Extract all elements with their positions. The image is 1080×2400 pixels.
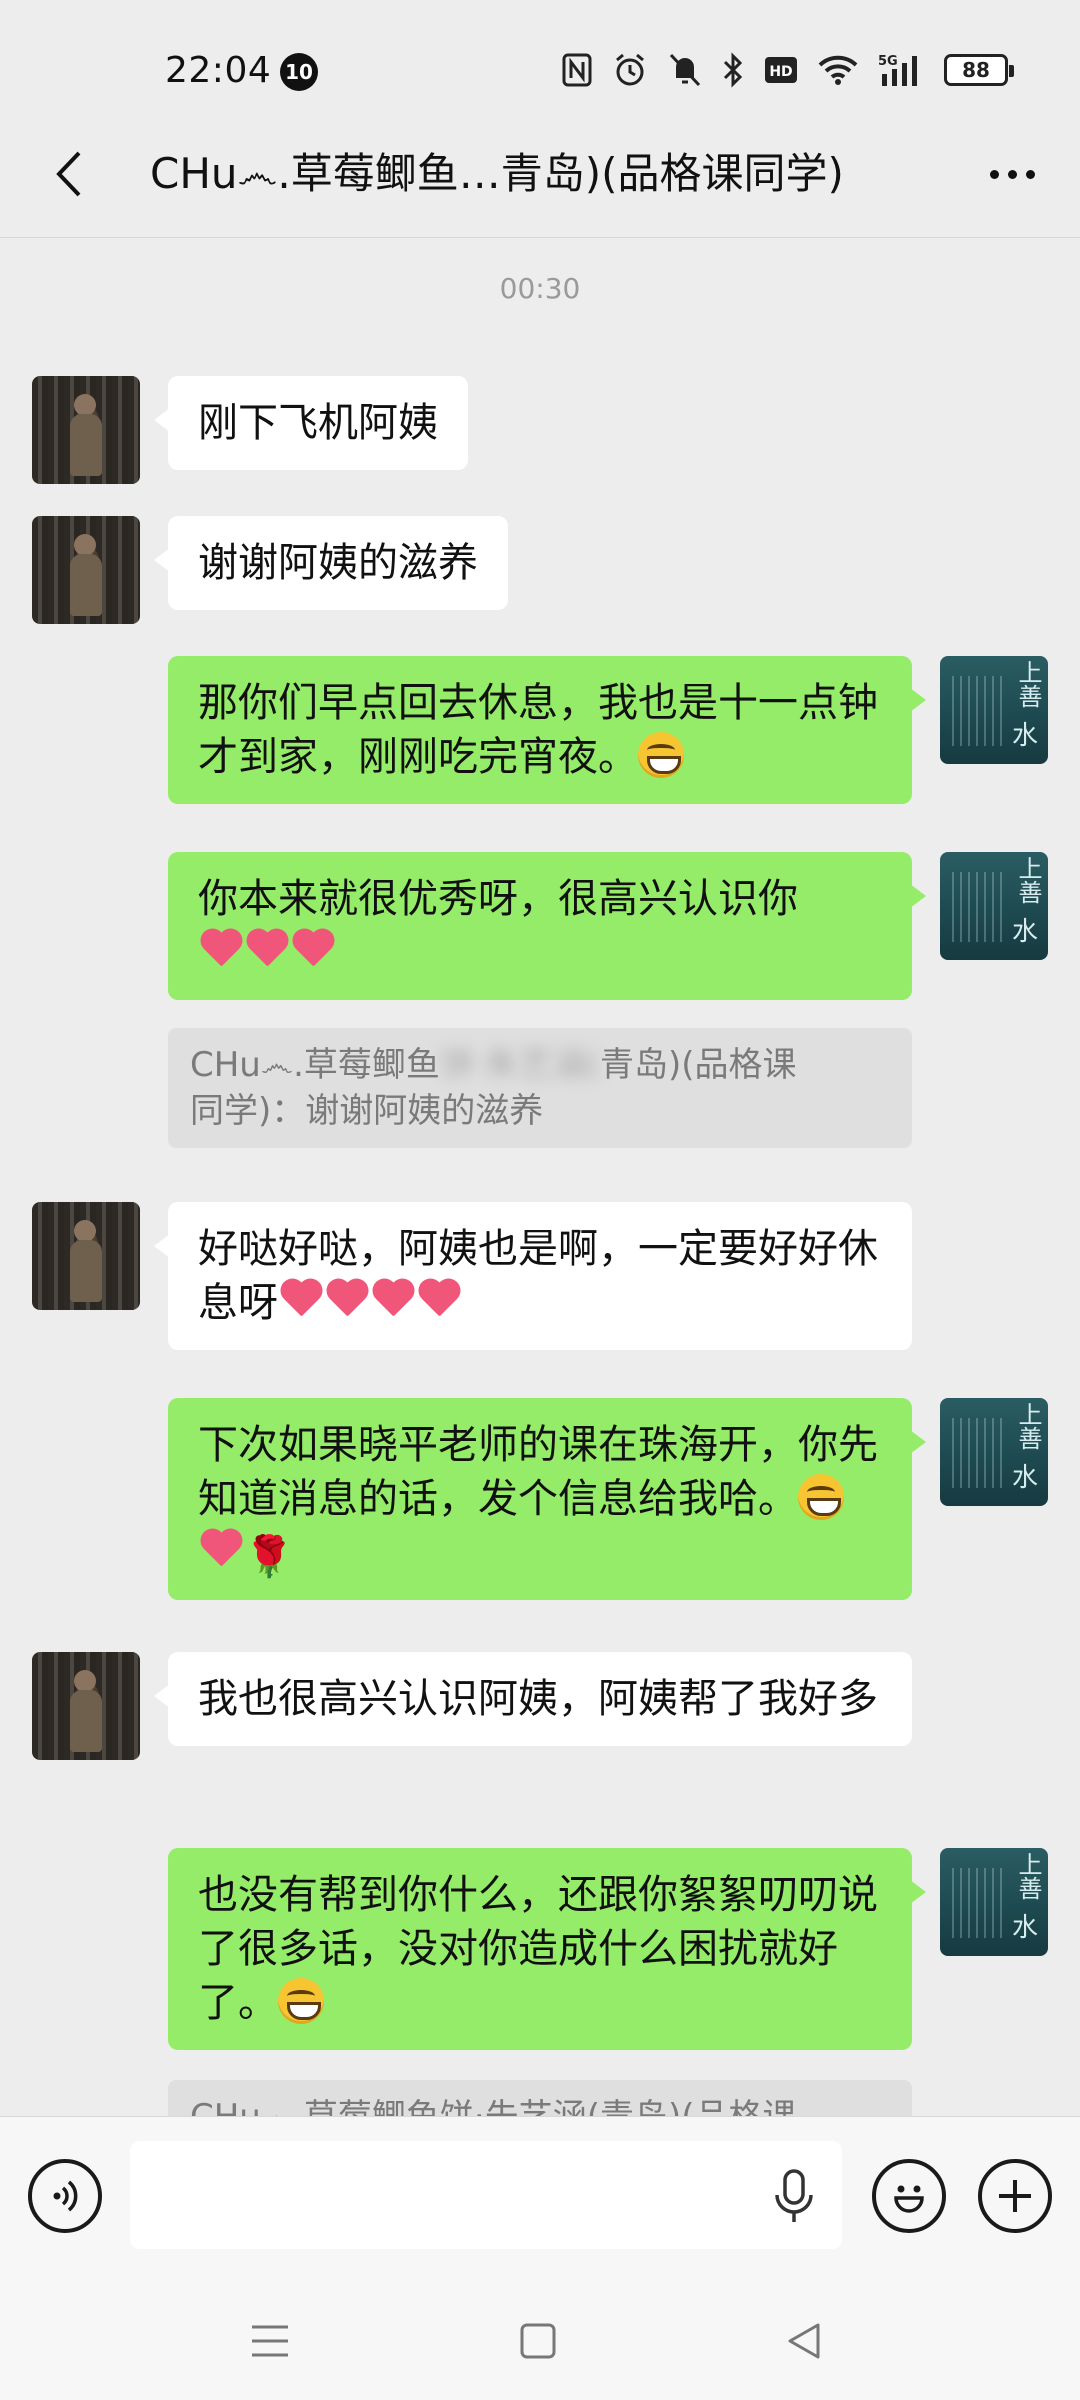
more-options-button[interactable] [976,142,1048,206]
quoted-message[interactable]: CHu෴.草莓鲫鱼饼·朱艺涵(青岛)(品格课 [168,2080,912,2116]
home-icon [520,2323,556,2359]
message-bubble-peer[interactable]: 刚下飞机阿姨 [154,376,468,470]
rose-emoji-icon: 🌹 [244,1534,294,1580]
mute-icon [668,50,702,90]
more-functions-button[interactable] [978,2159,1052,2233]
grin-emoji-icon [638,732,684,778]
message-bubble-peer[interactable]: 谢谢阿姨的滋养 [154,516,508,610]
message-bubble-self[interactable]: 你本来就很优秀呀，很高兴认识你 [168,852,926,1000]
peer-avatar[interactable] [32,1652,140,1760]
emoji-icon [894,2185,924,2213]
chat-title: CHu෴.草莓鲫鱼…青岛)(品格课同学) [150,149,844,198]
avatar-text-bottom: 水 [1011,917,1038,947]
home-button[interactable] [508,2316,568,2366]
status-time: 22:04 [165,50,272,91]
message-text: 那你们早点回去休息，我也是十一点钟才到家，刚刚吃完宵夜。 [198,680,878,780]
recent-apps-button[interactable] [240,2316,300,2366]
heart-emoji-icon [278,1280,324,1322]
heart-emoji-icon [198,1530,244,1572]
avatar-calligraphy-lines [952,676,1008,746]
message-bubble-self[interactable]: 也没有帮到你什么，还跟你絮絮叨叨说了很多话，没对你造成什么困扰就好了。 [168,1848,926,2050]
voice-input-button[interactable] [28,2159,102,2233]
quote-sender-blurred: 饼·朱艺涵( [439,1045,600,1085]
bluetooth-icon [722,50,744,90]
emoji-button[interactable] [872,2159,946,2233]
heart-emoji-icon [244,930,290,972]
avatar-text-top: 上善 [1014,1402,1042,1450]
self-avatar[interactable]: 上善 水 [940,656,1048,764]
avatar-text-top: 上善 [1014,856,1042,904]
message-text: 你本来就很优秀呀，很高兴认识你 [198,876,798,922]
battery-indicator: 88 [944,54,1014,86]
quote-text: 同学)：谢谢阿姨的滋养 [190,1091,544,1131]
quote-sender-suffix: 青岛)(品格课 [599,1045,797,1085]
avatar-text-bottom: 水 [1011,1913,1038,1943]
heart-emoji-icon [370,1280,416,1322]
chat-message-list[interactable]: 00:30 刚下飞机阿姨 谢谢阿姨的滋养 上善 水 那你们早点回去休息，我也是十… [0,238,1080,2116]
more-dot [1007,169,1017,179]
chat-header: CHu෴.草莓鲫鱼…青岛)(品格课同学) [0,110,1080,238]
self-avatar[interactable]: 上善 水 [940,1848,1048,1956]
peer-avatar[interactable] [32,516,140,624]
menu-icon [252,2325,288,2357]
back-button[interactable] [36,142,100,206]
quoted-message[interactable]: CHu෴.草莓鲫鱼饼·朱艺涵(青岛)(品格课 同学)：谢谢阿姨的滋养 [168,1028,912,1148]
plus-icon [999,2180,1031,2212]
input-bar [0,2116,1080,2276]
avatar-calligraphy-lines [952,1868,1008,1938]
heart-emoji-icon [416,1280,462,1322]
heart-emoji-icon [290,930,336,972]
message-text: 下次如果晓平老师的课在珠海开，你先知道消息的话，发个信息给我哈。 [198,1422,878,1522]
avatar-calligraphy-lines [952,1418,1008,1488]
svg-text:5G: 5G [878,54,898,69]
message-bubble-peer[interactable]: 好哒好哒，阿姨也是啊，一定要好好休息呀 [154,1202,912,1350]
quote-text: CHu෴.草莓鲫鱼饼·朱艺涵(青岛)(品格课 [190,2097,797,2116]
hd-icon: HD [764,50,798,90]
voice-input-icon [53,2180,78,2212]
back-arrow-icon [56,151,81,197]
more-dots-icon [989,169,999,179]
microphone-button[interactable] [770,2167,818,2227]
svg-text:HD: HD [769,64,792,80]
message-input[interactable] [130,2141,842,2249]
peer-avatar[interactable] [32,376,140,484]
avatar-text-top: 上善 [1014,660,1042,708]
notification-count-badge: 10 [280,53,318,91]
grin-emoji-icon [798,1474,844,1520]
avatar-text-bottom: 水 [1011,1463,1038,1493]
message-bubble-peer[interactable]: 我也很高兴认识阿姨，阿姨帮了我好多 [154,1652,912,1746]
microphone-icon [775,2169,813,2222]
cellular-signal-icon: 5G [878,50,924,90]
nav-back-button[interactable] [774,2316,834,2366]
alarm-icon [612,50,648,90]
peer-avatar[interactable] [32,1202,140,1310]
self-avatar[interactable]: 上善 水 [940,1398,1048,1506]
message-text: 刚下飞机阿姨 [198,400,438,446]
heart-emoji-icon [324,1280,370,1322]
avatar-text-bottom: 水 [1011,721,1038,751]
back-triangle-icon [788,2323,820,2359]
message-text: 我也很高兴认识阿姨，阿姨帮了我好多 [198,1676,878,1722]
nfc-icon [562,50,592,90]
system-nav-bar [0,2276,1080,2400]
message-bubble-self[interactable]: 下次如果晓平老师的课在珠海开，你先知道消息的话，发个信息给我哈。 🌹 [168,1398,926,1600]
wifi-icon [818,50,858,90]
avatar-text-top: 上善 [1014,1852,1042,1900]
avatar-calligraphy-lines [952,872,1008,942]
quote-sender-prefix: CHu෴.草莓鲫鱼 [190,1045,440,1085]
status-icons: HD 5G 88 [562,48,1014,92]
more-dot [1025,169,1035,179]
self-avatar[interactable]: 上善 水 [940,852,1048,960]
message-bubble-self[interactable]: 那你们早点回去休息，我也是十一点钟才到家，刚刚吃完宵夜。 [168,656,926,804]
message-text: 谢谢阿姨的滋养 [198,540,478,586]
heart-emoji-icon [198,930,244,972]
grin-emoji-icon [278,1978,324,2024]
chat-timestamp: 00:30 [499,272,581,305]
